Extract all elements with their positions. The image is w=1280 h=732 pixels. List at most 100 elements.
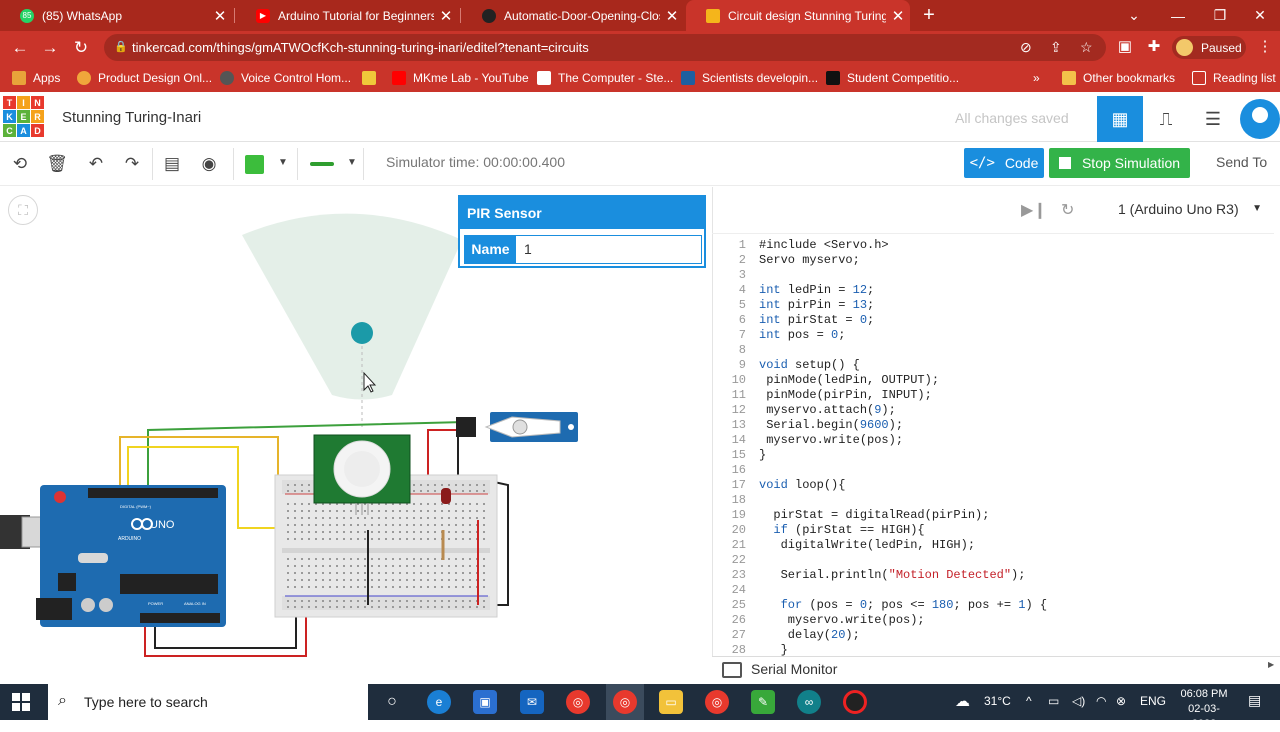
new-tab-button[interactable]: + xyxy=(918,4,940,27)
code-line[interactable]: 8 xyxy=(712,343,1272,358)
code-line[interactable]: 2 Servo myservo; xyxy=(712,253,1272,268)
show-hidden-icon[interactable]: ^ xyxy=(1026,694,1032,708)
bookmark-star-icon[interactable]: ☆ xyxy=(1080,39,1093,56)
bookmark-item[interactable]: Scientists developin... xyxy=(681,64,818,92)
temperature[interactable]: 31°C xyxy=(984,694,1011,708)
mail-icon[interactable]: ✉ xyxy=(520,690,544,714)
notifications-icon[interactable]: ▤ xyxy=(1248,692,1261,709)
serial-monitor-bar[interactable]: Serial Monitor xyxy=(712,656,1280,684)
tab-search-icon[interactable]: ⌄ xyxy=(1114,0,1154,31)
chrome-icon[interactable]: ◎ xyxy=(705,690,729,714)
wifi-icon[interactable]: ◠ xyxy=(1096,694,1106,708)
redo-icon[interactable]: ↷ xyxy=(120,152,144,176)
code-line[interactable]: 6 int pirStat = 0; xyxy=(712,313,1272,328)
window-close-icon[interactable]: ✕ xyxy=(1240,0,1280,31)
weather-icon[interactable]: ☁ xyxy=(955,692,970,710)
user-avatar[interactable] xyxy=(1240,99,1280,139)
tinkercad-logo[interactable]: TIN KER CAD xyxy=(3,96,44,138)
code-line[interactable]: 12 myservo.attach(9); xyxy=(712,403,1272,418)
send-to-button[interactable]: Send To xyxy=(1216,154,1267,170)
code-line[interactable]: 5 int pirPin = 13; xyxy=(712,298,1272,313)
extensions-puzzle-icon[interactable]: ✚ xyxy=(1143,37,1165,55)
other-bookmarks[interactable]: Other bookmarks xyxy=(1062,64,1175,92)
bookmark-item[interactable] xyxy=(362,64,383,92)
schematic-view-icon[interactable]: ⎍ xyxy=(1143,96,1189,142)
record-icon[interactable] xyxy=(843,690,867,714)
close-icon[interactable]: ✕ xyxy=(886,7,910,25)
code-line[interactable]: 13 Serial.begin(9600); xyxy=(712,418,1272,433)
more-bookmarks-button[interactable]: » xyxy=(1033,64,1040,92)
close-icon[interactable]: ✕ xyxy=(660,7,684,25)
code-line[interactable]: 23 Serial.println("Motion Detected"); xyxy=(712,568,1272,583)
code-line[interactable]: 7 int pos = 0; xyxy=(712,328,1272,343)
stop-simulation-button[interactable]: Stop Simulation xyxy=(1049,148,1190,178)
reading-list[interactable]: Reading list xyxy=(1192,64,1276,92)
code-line[interactable]: 16 xyxy=(712,463,1272,478)
code-line[interactable]: 3 xyxy=(712,268,1272,283)
code-editor[interactable]: 1 #include <Servo.h> 2 Servo myservo; 3 4 int … xyxy=(712,233,1274,656)
code-line[interactable]: 25 for (pos = 0; pos <= 180; pos += 1) { xyxy=(712,598,1272,613)
wire-type-swatch[interactable] xyxy=(310,162,334,166)
code-line[interactable]: 24 xyxy=(712,583,1272,598)
close-icon[interactable]: ✕ xyxy=(434,7,458,25)
code-line[interactable]: 18 xyxy=(712,493,1272,508)
debug-icon[interactable]: ↻ xyxy=(1061,200,1074,220)
code-line[interactable]: 17 void loop(){ xyxy=(712,478,1272,493)
code-line[interactable]: 1 #include <Servo.h> xyxy=(712,238,1272,253)
delete-icon[interactable]: 🗑 xyxy=(45,152,69,176)
bookmark-item[interactable]: Student Competitio... xyxy=(826,64,959,92)
device-select[interactable]: 1 (Arduino Uno R3) ▼ xyxy=(1106,195,1272,223)
code-line[interactable]: 26 myservo.write(pos); xyxy=(712,613,1272,628)
code-line[interactable]: 28 } xyxy=(712,643,1272,656)
chrome-icon[interactable]: ◎ xyxy=(613,690,637,714)
forward-icon[interactable]: → xyxy=(39,37,61,59)
name-input[interactable]: 1 xyxy=(516,236,701,263)
reload-icon[interactable]: ↻ xyxy=(70,37,92,59)
code-line[interactable]: 9 void setup() { xyxy=(712,358,1272,373)
code-line[interactable]: 11 pinMode(pirPin, INPUT); xyxy=(712,388,1272,403)
tab-youtube[interactable]: ▶ Arduino Tutorial for Beginners | A ✕ xyxy=(236,0,458,31)
code-button[interactable]: </> Code xyxy=(964,148,1044,178)
visibility-eye-icon[interactable]: ◉ xyxy=(197,152,221,176)
undo-icon[interactable]: ↶ xyxy=(84,152,108,176)
app-icon[interactable]: ✎ xyxy=(751,690,775,714)
bookmark-apps[interactable]: Apps xyxy=(12,64,60,92)
code-line[interactable]: 22 xyxy=(712,553,1272,568)
rotate-icon[interactable]: ⟲ xyxy=(8,152,32,176)
project-title[interactable]: Stunning Turing-Inari xyxy=(62,109,201,126)
arduino-ide-icon[interactable]: ∞ xyxy=(797,690,821,714)
bookmark-item[interactable]: Voice Control Hom... xyxy=(220,64,351,92)
profile-button[interactable]: Paused xyxy=(1172,36,1246,59)
share-icon[interactable]: ⇪ xyxy=(1050,39,1062,56)
task-view-icon[interactable]: ○ xyxy=(380,690,404,714)
tracking-blocked-icon[interactable]: ⊘ xyxy=(1020,39,1032,56)
language-indicator[interactable]: ENG xyxy=(1140,694,1166,708)
bookmark-item[interactable]: The Computer - Ste... xyxy=(537,64,673,92)
volume-icon[interactable]: ◁) xyxy=(1072,694,1085,708)
code-line[interactable]: 4 int ledPin = 12; xyxy=(712,283,1272,298)
circuit-view-icon[interactable]: ▦ xyxy=(1097,96,1143,142)
bookmark-item[interactable]: Product Design Onl... xyxy=(77,64,212,92)
code-line[interactable]: 14 myservo.write(pos); xyxy=(712,433,1272,448)
network-icon[interactable]: ▭ xyxy=(1048,694,1059,708)
edge-icon[interactable]: e xyxy=(427,690,451,714)
tab-github[interactable]: Automatic-Door-Opening-Closin ✕ xyxy=(462,0,684,31)
chevron-down-icon[interactable]: ▼ xyxy=(347,157,357,168)
wire-color-swatch[interactable] xyxy=(245,155,264,174)
windows-start-icon[interactable] xyxy=(12,693,30,711)
name-field[interactable]: Name 1 xyxy=(464,235,702,264)
notes-icon[interactable]: ▤ xyxy=(160,152,184,176)
extension-new-icon[interactable]: ▣ xyxy=(1114,37,1136,55)
step-play-icon[interactable]: ▶❙ xyxy=(1021,200,1047,220)
taskbar-clock[interactable]: 06:08 PM 02-03-2022 xyxy=(1176,687,1232,732)
restore-icon[interactable]: ❐ xyxy=(1200,0,1240,31)
url-bar[interactable]: 🔒 tinkercad.com/things/gmATWOcfKch-stunn… xyxy=(104,34,1106,61)
chevron-down-icon[interactable]: ▼ xyxy=(278,157,288,168)
bookmark-item[interactable]: MKme Lab - YouTube xyxy=(392,64,529,92)
chrome-icon[interactable]: ◎ xyxy=(566,690,590,714)
file-explorer-icon[interactable]: ▭ xyxy=(659,690,683,714)
code-line[interactable]: 27 delay(20); xyxy=(712,628,1272,643)
code-line[interactable]: 15} xyxy=(712,448,1272,463)
circuit-canvas[interactable]: ⛶ UNO ARDUINO DIGITAL (PWM~) POWER ANALO… xyxy=(0,187,712,684)
sync-error-icon[interactable]: ⊗ xyxy=(1116,694,1126,708)
